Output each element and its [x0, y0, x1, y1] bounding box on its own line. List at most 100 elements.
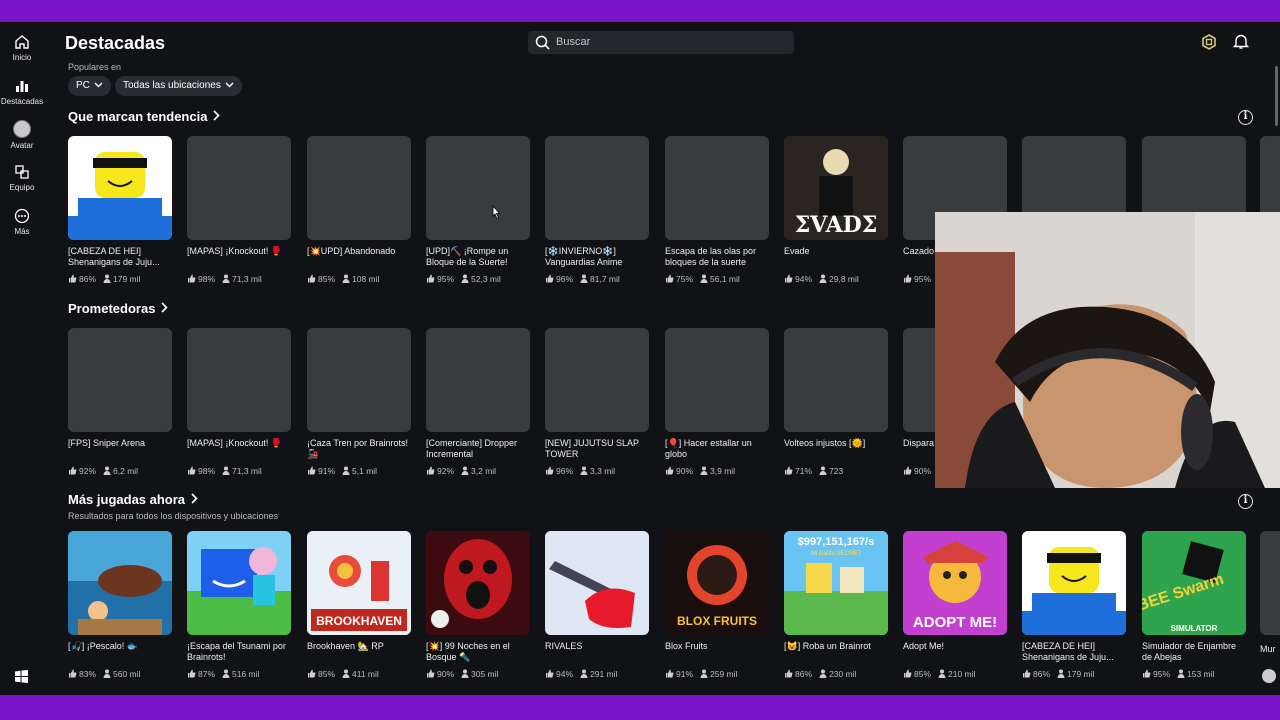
game-stats: 85% 411 mil: [307, 669, 411, 679]
robux-icon[interactable]: [1201, 34, 1217, 50]
game-title: Evade: [784, 246, 810, 256]
game-stats: 90% 305 mil: [426, 669, 530, 679]
info-icon[interactable]: i: [1238, 494, 1253, 509]
game-card[interactable]: Escapa de las olas por bloques de la sue…: [665, 136, 769, 284]
nav-label: Más: [14, 227, 30, 236]
game-thumbnail[interactable]: BLOX FRUITS: [665, 531, 769, 635]
game-title: [❄️INVIERNO❄️] Vanguardias Anime: [545, 246, 623, 267]
game-card[interactable]: [NEW] JUJUTSU SLAP TOWER 96% 3,3 mil: [545, 328, 649, 476]
player-count: 291 mil: [590, 669, 618, 679]
game-card[interactable]: BROOKHAVEN Brookhaven 🏡 RP 85% 411 mil: [307, 531, 411, 679]
game-title: Escapa de las olas por bloques de la sue…: [665, 246, 757, 267]
device-filter-chip[interactable]: PC: [68, 76, 111, 96]
game-title: Simulador de Enjambre de Abejas: [1142, 641, 1237, 662]
game-card[interactable]: $997,151,167/s Mi Gatito SECRET [😺] Roba u…: [784, 531, 888, 679]
game-card[interactable]: [CABEZA DE HEI] Shenanigans de Juju... 86…: [1022, 531, 1126, 679]
game-card[interactable]: [🎈] Hacer estallar un globo 90% 3,9 mil: [665, 328, 769, 476]
game-thumbnail[interactable]: [545, 328, 649, 432]
game-card[interactable]: [UPD]⛏️ ¡Rompe un Bloque de la Suerte! 95…: [426, 136, 530, 284]
players-icon: [102, 274, 113, 284]
info-icon[interactable]: i: [1238, 110, 1253, 125]
game-card[interactable]: RIVALES 94% 291 mil: [545, 531, 649, 679]
search-icon: [535, 35, 550, 50]
section-title-mas-jugadas[interactable]: Más jugadas ahora: [68, 492, 198, 507]
player-count: 305 mil: [471, 669, 499, 679]
game-card[interactable]: ¡Caza Tren por Brainrots! 🚂 91% 5,1 mil: [307, 328, 411, 476]
player-count: 153 mil: [1187, 669, 1215, 679]
game-thumbnail[interactable]: [545, 531, 649, 635]
like-ratio: 86%: [795, 669, 813, 679]
game-card[interactable]: [🎣] ¡Pescalo! 🐟 83% 560 mil: [68, 531, 172, 679]
game-thumbnail[interactable]: [545, 136, 649, 240]
game-card[interactable]: [MAPAS] ¡Knockout! 🥊 98% 71,3 mil: [187, 328, 291, 476]
game-card[interactable]: Volteos injustos [🌞] 71% 723: [784, 328, 888, 476]
game-card[interactable]: [❄️INVIERNO❄️] Vanguardias Anime 96% 81,7 …: [545, 136, 649, 284]
game-stats: 86% 179 mil: [68, 274, 172, 284]
svg-text:ΣVADΣ: ΣVADΣ: [795, 212, 878, 238]
game-thumbnail[interactable]: [68, 531, 172, 635]
section-title-trending[interactable]: Que marcan tendencia: [68, 109, 221, 124]
game-thumbnail[interactable]: [68, 328, 172, 432]
game-thumbnail[interactable]: [187, 328, 291, 432]
thumbs-up-icon: [903, 669, 914, 679]
scrollbar[interactable]: [1275, 66, 1278, 126]
game-card[interactable]: ΣVADΣ Evade 94% 29,8 mil: [784, 136, 888, 284]
notification-bell-icon[interactable]: [1233, 33, 1249, 50]
thumbs-up-icon: [187, 466, 198, 476]
like-ratio: 96%: [556, 274, 574, 284]
game-title: [Comerciante] Dropper Incremental: [426, 438, 518, 459]
game-thumbnail[interactable]: [426, 136, 530, 240]
player-count: 56,1 mil: [710, 274, 740, 284]
partial-game-card[interactable]: [1260, 531, 1280, 635]
game-thumbnail[interactable]: [665, 328, 769, 432]
game-thumbnail[interactable]: [1022, 531, 1126, 635]
nav-item-inicio[interactable]: Inicio: [0, 34, 44, 62]
game-thumbnail[interactable]: [426, 531, 530, 635]
section-title-text: Prometedoras: [68, 301, 156, 316]
game-thumbnail[interactable]: [187, 136, 291, 240]
game-card[interactable]: [💥UPD] Abandonado 85% 108 mil: [307, 136, 411, 284]
thumbs-up-icon: [903, 274, 914, 284]
thumbs-up-icon: [545, 274, 556, 284]
game-card[interactable]: [MAPAS] ¡Knockout! 🥊 98% 71,3 mil: [187, 136, 291, 284]
partial-card-title: Mur: [1260, 644, 1276, 654]
game-thumbnail[interactable]: [307, 328, 411, 432]
game-thumbnail[interactable]: [426, 328, 530, 432]
game-thumbnail[interactable]: $997,151,167/s Mi Gatito SECRET: [784, 531, 888, 635]
nav-item-equipo[interactable]: Equipo: [0, 164, 44, 192]
thumbs-up-icon: [307, 669, 318, 679]
game-card[interactable]: [FPS] Sniper Arena 92% 6,2 mil: [68, 328, 172, 476]
search-input[interactable]: Buscar: [528, 31, 794, 54]
game-thumbnail[interactable]: ΣVADΣ: [784, 136, 888, 240]
game-card[interactable]: BEE Swarm SIMULATOR Simulador de Enjambre …: [1142, 531, 1246, 679]
game-thumbnail[interactable]: [187, 531, 291, 635]
game-thumbnail[interactable]: ADOPT ME!: [903, 531, 1007, 635]
thumbs-up-icon: [665, 669, 676, 679]
player-count: 179 mil: [1067, 669, 1095, 679]
like-ratio: 94%: [556, 669, 574, 679]
game-card[interactable]: ADOPT ME! Adopt Me! 85% 210 mil: [903, 531, 1007, 679]
game-thumbnail[interactable]: [665, 136, 769, 240]
game-title: ¡Caza Tren por Brainrots! 🚂: [307, 438, 409, 459]
game-thumbnail[interactable]: [68, 136, 172, 240]
game-thumbnail[interactable]: BEE Swarm SIMULATOR: [1142, 531, 1246, 635]
chevron-right-icon: [161, 301, 169, 316]
windows-logo-icon[interactable]: [15, 670, 28, 683]
game-card[interactable]: [CABEZA DE HEI] Shenanigans de Juju... 86…: [68, 136, 172, 284]
location-filter-chip[interactable]: Todas las ubicaciones: [115, 76, 242, 96]
game-thumbnail[interactable]: BROOKHAVEN: [307, 531, 411, 635]
nav-item-avatar[interactable]: Avatar: [0, 120, 44, 150]
game-card[interactable]: BLOX FRUITS Blox Fruits 91% 259 mil: [665, 531, 769, 679]
game-card[interactable]: [💥] 99 Noches en el Bosque 🔦 90% 305 mil: [426, 531, 530, 679]
section-title-prometedoras[interactable]: Prometedoras: [68, 301, 169, 316]
like-ratio: 95%: [914, 274, 932, 284]
game-thumbnail[interactable]: [784, 328, 888, 432]
player-count: 230 mil: [829, 669, 857, 679]
game-thumbnail[interactable]: [307, 136, 411, 240]
player-count: 3,9 mil: [710, 466, 736, 476]
nav-item-destacadas[interactable]: Destacadas: [0, 78, 44, 106]
nav-item-mas[interactable]: Más: [0, 208, 44, 236]
game-card[interactable]: [Comerciante] Dropper Incremental 92% 3,2 …: [426, 328, 530, 476]
thumbs-up-icon: [68, 274, 79, 284]
game-card[interactable]: ¡Escapa del Tsunami por Brainrots! 87% 516…: [187, 531, 291, 679]
